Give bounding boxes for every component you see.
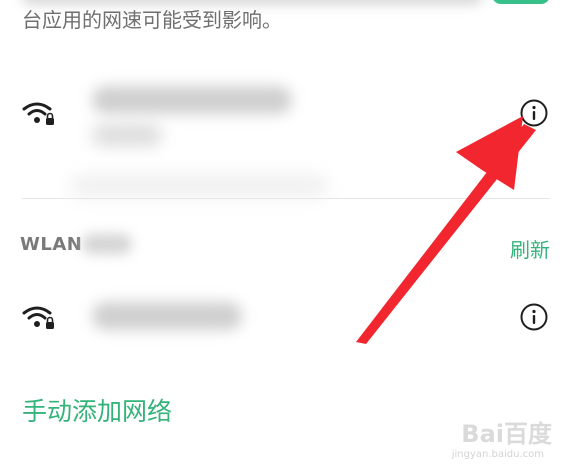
saved-network-row[interactable]	[0, 78, 576, 198]
wlan-section-label: WLAN	[20, 234, 83, 255]
watermark-text: Bai百度	[461, 420, 552, 448]
blurred-region	[70, 174, 328, 198]
section-divider	[22, 198, 550, 199]
wifi-lock-icon	[22, 100, 56, 128]
baidu-watermark: Bai百度 jingyan.baidu.com	[412, 414, 562, 462]
available-network-row[interactable]	[0, 292, 576, 348]
available-network-name	[92, 302, 242, 330]
info-icon[interactable]	[519, 98, 549, 128]
watermark-url: jingyan.baidu.com	[451, 449, 544, 460]
toggle-switch[interactable]	[492, 0, 550, 4]
wlan-section-label-blurred	[82, 226, 136, 260]
wifi-lock-icon	[22, 304, 56, 332]
manual-add-network-button[interactable]: 手动添加网络	[22, 392, 172, 428]
notice-line-2: 台应用的网速可能受到影响。	[22, 8, 282, 32]
refresh-button[interactable]: 刷新	[510, 234, 550, 263]
saved-network-status	[92, 124, 162, 146]
info-icon[interactable]	[519, 302, 549, 332]
saved-network-name	[92, 86, 292, 114]
